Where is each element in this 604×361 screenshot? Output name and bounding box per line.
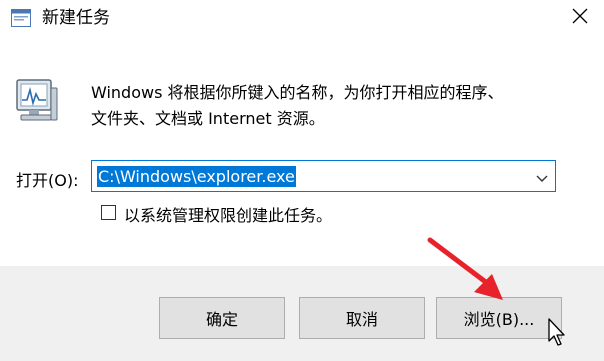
title-bar: 新建任务 [0,0,604,40]
browse-button[interactable]: 浏览(B)... [436,297,562,339]
open-combobox[interactable]: C:\Windows\explorer.exe [91,160,556,192]
close-button[interactable] [563,2,597,34]
open-label: 打开(O): [16,171,79,190]
create-task-dialog: 新建任务 Windows 将根据你所键入的名称，为你打开相应的程序、 文件夹、文… [0,0,604,361]
open-input-value[interactable]: C:\Windows\explorer.exe [97,166,296,187]
window-title: 新建任务 [42,8,110,28]
dialog-content: Windows 将根据你所键入的名称，为你打开相应的程序、 文件夹、文档或 In… [0,40,604,266]
admin-checkbox-label[interactable]: 以系统管理权限创建此任务。 [124,202,332,226]
description-line-2: 文件夹、文档或 Internet 资源。 [91,109,325,128]
admin-checkbox[interactable] [101,205,116,220]
cancel-button[interactable]: 取消 [299,297,425,339]
ok-button[interactable]: 确定 [159,297,285,339]
description: Windows 将根据你所键入的名称，为你打开相应的程序、 文件夹、文档或 In… [91,80,571,132]
run-app-icon [11,9,31,27]
chevron-down-icon[interactable] [535,170,549,182]
mouse-pointer-icon [548,318,568,348]
description-line-1: Windows 将根据你所键入的名称，为你打开相应的程序、 [91,83,504,102]
close-icon [572,8,588,28]
button-bar: 确定 取消 浏览(B)... [0,266,604,361]
monitor-icon [15,78,59,124]
